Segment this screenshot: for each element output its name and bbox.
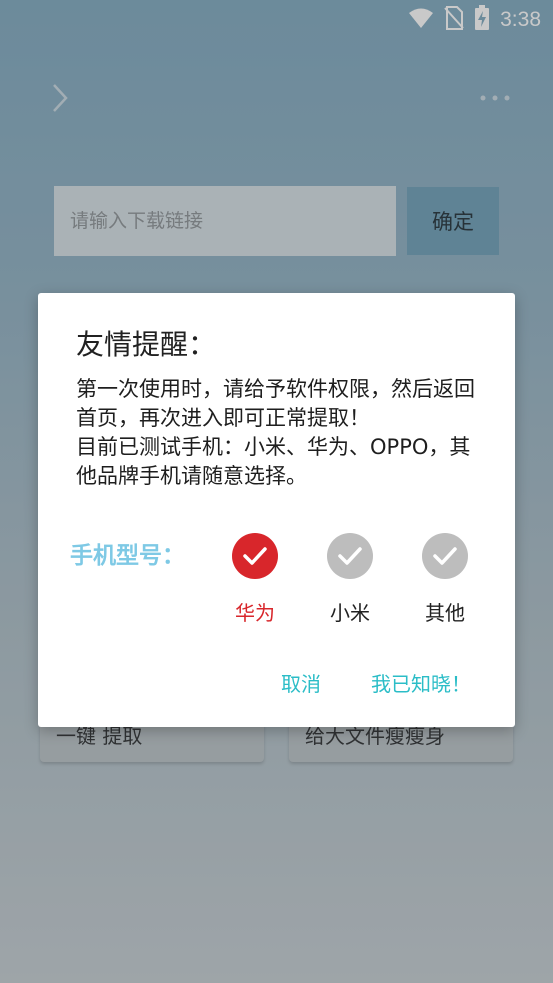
model-option-huawei[interactable]: 华为 xyxy=(215,533,295,629)
model-option-other[interactable]: 其他 xyxy=(405,533,485,629)
app-screen: 3:38 确定 一键 提取 给大文件瘦瘦身 友情提醒： 第一次使用时，请给予软件… xyxy=(0,0,553,983)
reminder-dialog: 友情提醒： 第一次使用时，请给予软件权限，然后返回首页，再次进入即可正常提取！ … xyxy=(38,293,515,727)
acknowledge-button[interactable]: 我已知晓！ xyxy=(371,668,471,697)
dialog-title: 友情提醒： xyxy=(76,328,217,361)
check-icon[interactable] xyxy=(232,533,278,579)
model-option-label: 其他 xyxy=(425,601,465,625)
cancel-button[interactable]: 取消 xyxy=(281,668,321,697)
dialog-actions: 取消 我已知晓！ xyxy=(38,668,515,704)
dialog-message: 第一次使用时，请给予软件权限，然后返回首页，再次进入即可正常提取！ 目前已测试手… xyxy=(76,377,475,488)
model-option-label: 华为 xyxy=(235,601,275,625)
check-icon[interactable] xyxy=(422,533,468,579)
check-icon[interactable] xyxy=(327,533,373,579)
model-option-label: 小米 xyxy=(330,601,370,625)
model-option-xiaomi[interactable]: 小米 xyxy=(310,533,390,629)
phone-model-label: 手机型号： xyxy=(70,543,185,569)
